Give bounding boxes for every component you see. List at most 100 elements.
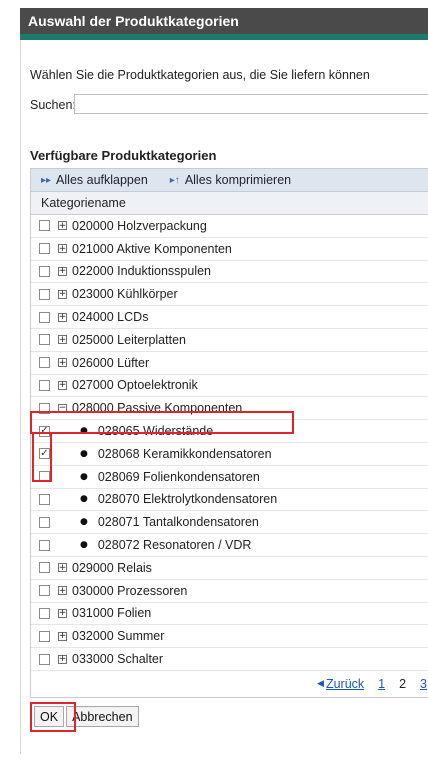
category-row: +031000 Folien (31, 603, 428, 626)
row-checkbox[interactable] (39, 562, 50, 574)
column-header: Kategoriename (31, 192, 428, 215)
plus-box-icon[interactable]: + (58, 358, 67, 368)
expand-all-label: Alles aufklappen (56, 173, 148, 187)
plus-box-icon[interactable]: + (58, 563, 67, 573)
cancel-button[interactable]: Abbrechen (66, 706, 139, 727)
ok-button[interactable]: OK (34, 706, 65, 727)
subcategory-row: ● 028071 Tantalkondensatoren (31, 511, 428, 535)
search-input[interactable] (74, 94, 428, 114)
pager-page-3[interactable]: 3 (420, 677, 427, 691)
row-checkbox[interactable] (39, 630, 50, 642)
expand-all-button[interactable]: ▸▸ Alles aufklappen (41, 173, 148, 187)
row-checkbox[interactable] (39, 402, 50, 414)
triangle-left-icon: ◀ (317, 678, 324, 689)
category-tree: ▸▸ Alles aufklappen ▸↑ Alles komprimiere… (30, 168, 428, 698)
plus-box-icon[interactable]: + (58, 654, 67, 664)
plus-box-icon[interactable]: + (58, 221, 67, 231)
plus-box-icon[interactable]: + (58, 266, 67, 276)
row-checkbox[interactable] (39, 334, 50, 346)
category-label: 021000 Aktive Komponenten (72, 241, 232, 256)
category-row: +030000 Prozessoren (31, 580, 428, 603)
row-checkbox[interactable] (39, 539, 50, 551)
tree-rows: +020000 Holzverpackung +021000 Aktive Kom… (31, 215, 428, 671)
subcategory-label: 028068 Keramikkondensatoren (97, 446, 272, 461)
subcategory-row: ● 028070 Elektrolytkondensatoren (31, 489, 428, 512)
category-row: +026000 Lüfter (31, 352, 428, 375)
row-checkbox[interactable] (39, 516, 50, 528)
bullet-icon: ● (80, 471, 88, 482)
row-checkbox[interactable] (39, 493, 50, 505)
category-label: 020000 Holzverpackung (72, 218, 207, 233)
row-checkbox[interactable] (39, 243, 50, 255)
subcategory-row: ● 028069 Folienkondensatoren (31, 466, 428, 489)
category-label: 025000 Leiterplatten (72, 332, 186, 347)
intro-text: Wählen Sie die Produktkategorien aus, di… (30, 68, 370, 82)
subcategory-row: ● 028072 Resonatoren / VDR (31, 534, 428, 557)
plus-box-icon[interactable]: + (58, 608, 67, 618)
bullet-icon: ● (80, 517, 88, 528)
category-row: +021000 Aktive Komponenten (31, 238, 428, 261)
row-checkbox[interactable] (39, 471, 50, 483)
row-checkbox[interactable] (39, 220, 50, 232)
search-label: Suchen: (30, 98, 76, 112)
bullet-icon: ● (80, 494, 88, 505)
category-label: 026000 Lüfter (72, 355, 150, 370)
plus-box-icon[interactable]: + (58, 335, 67, 345)
row-checkbox[interactable] (39, 288, 50, 300)
row-checkbox[interactable] (39, 607, 50, 619)
row-checkbox[interactable] (39, 265, 50, 277)
category-label: 028000 Passive Komponenten (72, 401, 243, 416)
category-row: +023000 Kühlkörper (31, 283, 428, 307)
category-label: 031000 Folien (72, 606, 152, 621)
row-checkbox[interactable] (39, 311, 50, 323)
subcategory-label: 028069 Folienkondensatoren (97, 469, 260, 484)
plus-box-icon[interactable]: + (58, 380, 67, 390)
tree-toolbar: ▸▸ Alles aufklappen ▸↑ Alles komprimiere… (31, 168, 428, 192)
row-checkbox[interactable]: ✓ (39, 425, 50, 437)
subcategory-label: 028070 Elektrolytkondensatoren (97, 492, 278, 507)
row-checkbox[interactable] (39, 379, 50, 391)
dialog-buttons: OK Abbrechen (34, 706, 141, 727)
category-row: +032000 Summer (31, 625, 428, 649)
collapse-all-label: Alles komprimieren (184, 173, 292, 187)
bullet-icon: ● (80, 448, 88, 459)
row-checkbox[interactable] (39, 653, 50, 665)
plus-box-icon[interactable]: + (58, 244, 67, 254)
category-label: 022000 Induktionsspulen (72, 264, 212, 279)
dialog-title: Auswahl der Produktkategorien (20, 8, 428, 34)
pager: ◀ Zurück 1 2 3 (31, 671, 428, 698)
row-checkbox[interactable] (39, 357, 50, 369)
plus-box-icon[interactable]: + (58, 631, 67, 641)
minus-box-icon[interactable]: − (58, 403, 67, 413)
pager-prev-link[interactable]: Zurück (326, 677, 364, 691)
category-label: 024000 LCDs (72, 310, 149, 325)
bullet-icon: ● (80, 426, 88, 437)
subcategory-label: 028071 Tantalkondensatoren (97, 515, 259, 530)
subcategory-label: 028072 Resonatoren / VDR (97, 538, 252, 553)
category-row: +027000 Optoelektronik (31, 375, 428, 398)
category-label: 027000 Optoelektronik (72, 378, 198, 393)
pager-page-2: 2 (399, 676, 407, 691)
category-row: +025000 Leiterplatten (31, 329, 428, 352)
category-row: +020000 Holzverpackung (31, 215, 428, 238)
collapse-all-icon: ▸↑ (169, 174, 180, 186)
subcategory-label: 028065 Widerstände (97, 424, 214, 439)
section-title: Verfügbare Produktkategorien (30, 148, 217, 163)
plus-box-icon[interactable]: + (58, 289, 67, 299)
subcategory-row: ✓ ● 028068 Keramikkondensatoren (31, 443, 428, 466)
category-row: +024000 LCDs (31, 306, 428, 329)
pager-page-1[interactable]: 1 (378, 677, 385, 691)
category-row: +029000 Relais (31, 557, 428, 580)
row-checkbox[interactable]: ✓ (39, 448, 50, 460)
category-label: 030000 Prozessoren (72, 583, 188, 598)
plus-box-icon[interactable]: + (58, 586, 67, 596)
category-label: 033000 Schalter (72, 652, 164, 667)
plus-box-icon[interactable]: + (58, 312, 67, 322)
category-row: −028000 Passive Komponenten (31, 397, 428, 421)
bullet-icon: ● (80, 540, 88, 551)
category-row: +022000 Induktionsspulen (31, 261, 428, 284)
subcategory-row: ✓ ● 028065 Widerstände (31, 420, 428, 443)
row-checkbox[interactable] (39, 585, 50, 597)
collapse-all-button[interactable]: ▸↑ Alles komprimieren (170, 173, 291, 187)
category-row: +033000 Schalter (31, 648, 428, 671)
